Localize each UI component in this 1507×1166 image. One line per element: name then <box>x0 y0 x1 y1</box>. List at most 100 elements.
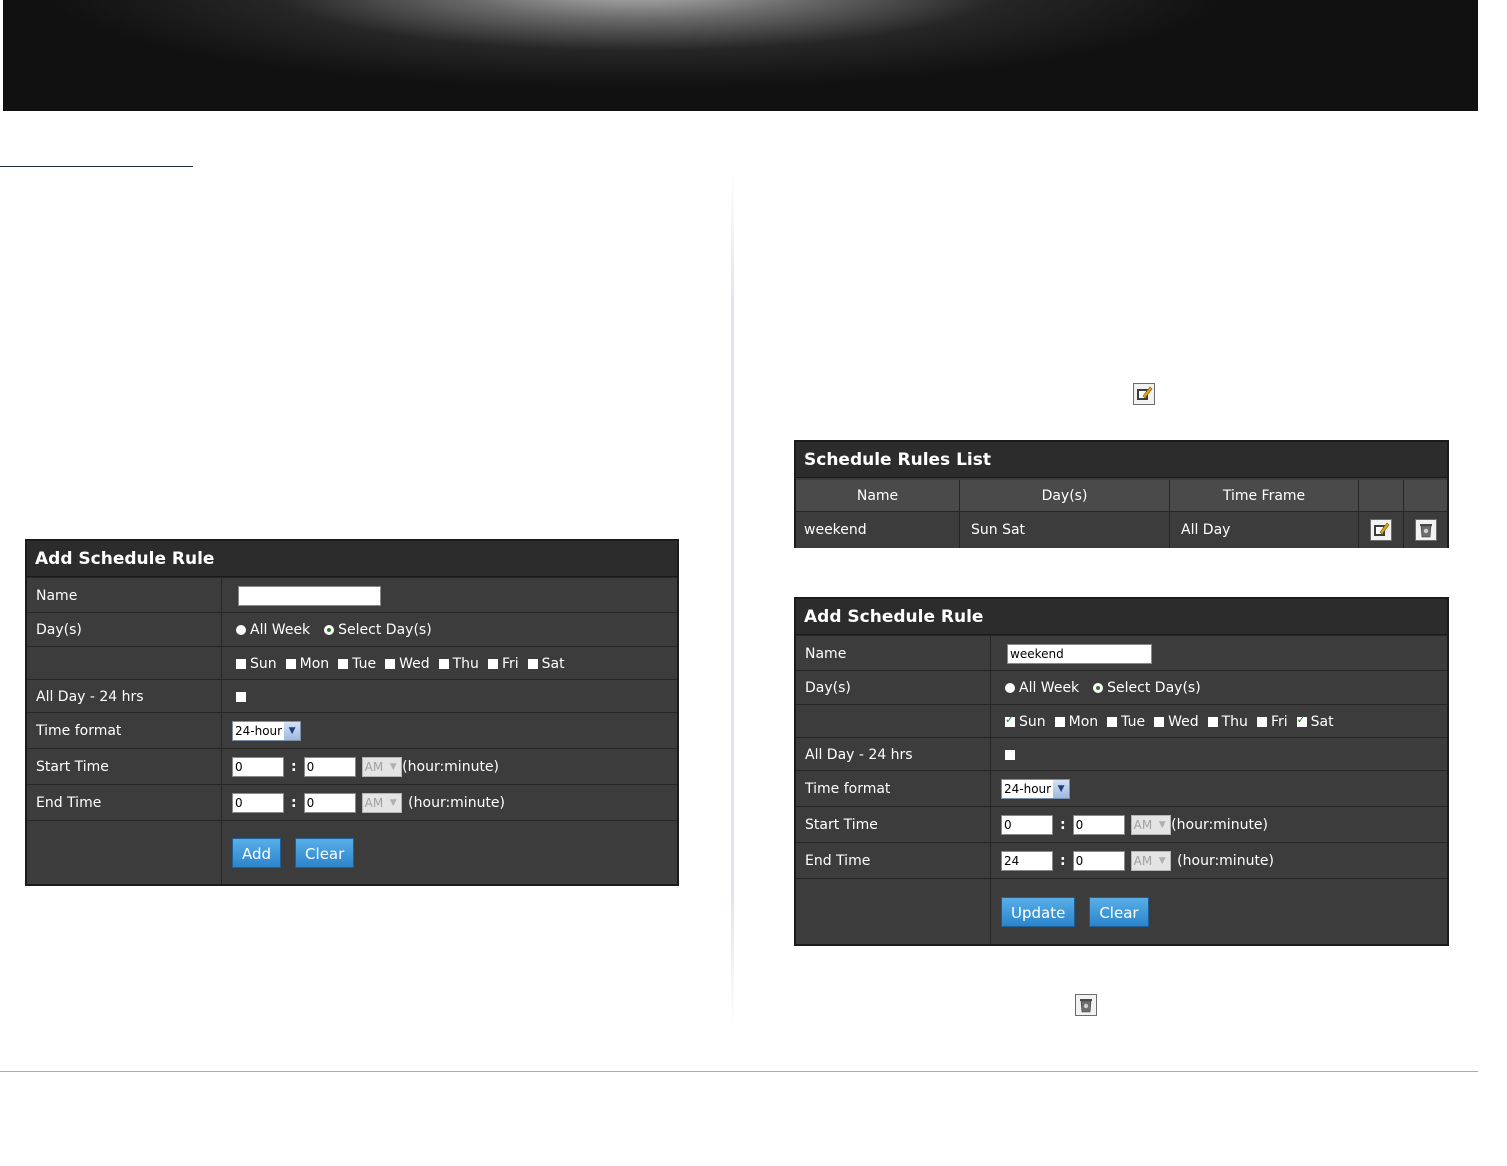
start-ampm-select[interactable]: AM ▼ <box>361 757 403 777</box>
day-label: Mon <box>1068 713 1099 730</box>
chevron-down-icon: ▼ <box>1053 780 1070 798</box>
column-header-days: Day(s) <box>960 480 1170 511</box>
all-week-label: All Week <box>1019 680 1080 696</box>
chevron-down-icon: ▼ <box>1154 852 1171 870</box>
day-option-thu[interactable]: Thu <box>1207 714 1248 730</box>
day-checkbox[interactable] <box>527 658 538 669</box>
start-minute-input[interactable]: 0 <box>303 757 356 777</box>
end-hour-input[interactable]: 24 <box>1001 851 1053 871</box>
end-time-row: End Time 0 : 0 AM ▼ (hour:minute) <box>27 784 677 821</box>
header-banner <box>3 0 1478 111</box>
day-label: Sun <box>1019 713 1046 730</box>
chevron-down-icon: ▼ <box>385 794 402 812</box>
day-option-thu[interactable]: Thu <box>438 655 479 672</box>
day-label: Sat <box>1310 713 1334 730</box>
select-days-radio[interactable] <box>324 625 335 635</box>
name-label: Name <box>796 636 991 671</box>
day-option-tue[interactable]: Tue <box>338 656 376 672</box>
trash-icon[interactable] <box>1414 519 1437 541</box>
day-label: Thu <box>452 655 479 672</box>
start-minute-input[interactable]: 0 <box>1072 815 1125 835</box>
end-minute-input[interactable]: 0 <box>303 793 356 813</box>
clear-button[interactable]: Clear <box>1089 896 1149 927</box>
day-checkbox[interactable] <box>385 658 396 669</box>
name-row: Name weekend <box>796 635 1447 671</box>
edit-icon <box>1133 383 1155 405</box>
start-hour-input[interactable]: 0 <box>232 757 284 777</box>
footer-rule <box>0 1071 1478 1072</box>
day-label: Mon <box>299 655 330 672</box>
weekday-checkboxes: Sun Mon Tue Wed Thu Fri Sat <box>236 647 677 680</box>
panel-title: Add Schedule Rule <box>27 541 677 577</box>
day-checkbox[interactable] <box>1207 716 1218 727</box>
chevron-down-icon: ▼ <box>385 758 402 776</box>
day-checkbox[interactable] <box>1107 716 1118 727</box>
name-input[interactable] <box>238 585 381 606</box>
edit-icon[interactable] <box>1370 519 1392 541</box>
end-minute-input[interactable]: 0 <box>1072 851 1125 871</box>
end-hour-input[interactable]: 0 <box>232 793 284 813</box>
start-hour-input[interactable]: 0 <box>1001 815 1053 835</box>
all-week-radio[interactable] <box>1005 683 1015 693</box>
days-row: Day(s) All Week Select Day(s) <box>796 670 1447 705</box>
day-option-fri[interactable]: Fri <box>1256 713 1288 730</box>
timeformat-row: Time format 24-hour ▼ <box>27 712 677 749</box>
day-option-sat[interactable]: Sat <box>1296 713 1334 730</box>
days-label: Day(s) <box>27 613 222 647</box>
day-checkbox[interactable] <box>1054 716 1065 727</box>
day-checkbox[interactable] <box>285 658 296 669</box>
day-checkbox[interactable] <box>438 658 449 669</box>
column-header-time-frame: Time Frame <box>1170 480 1359 511</box>
column-divider <box>731 170 734 1030</box>
allday-checkbox[interactable] <box>236 691 246 702</box>
add-button[interactable]: Add <box>232 837 282 868</box>
start-ampm-select[interactable]: AM ▼ <box>1130 815 1172 835</box>
day-checkbox[interactable] <box>1296 713 1307 727</box>
end-ampm-select[interactable]: AM ▼ <box>361 793 403 813</box>
day-label: Fri <box>501 655 519 672</box>
name-label: Name <box>27 578 222 613</box>
timeformat-label: Time format <box>796 771 991 807</box>
day-option-mon[interactable]: Mon <box>1054 713 1099 730</box>
end-time-label: End Time <box>27 785 222 821</box>
day-option-tue[interactable]: Tue <box>1107 714 1145 730</box>
all-week-radio[interactable] <box>236 625 246 635</box>
chevron-down-icon: ▼ <box>284 722 301 740</box>
select-days-radio[interactable] <box>1093 683 1104 693</box>
day-option-sat[interactable]: Sat <box>527 656 565 672</box>
update-button[interactable]: Update <box>1001 896 1076 927</box>
end-ampm-select[interactable]: AM ▼ <box>1130 851 1172 871</box>
days-label: Day(s) <box>796 671 991 705</box>
day-checkbox[interactable] <box>1005 713 1015 727</box>
day-option-fri[interactable]: Fri <box>487 655 519 672</box>
start-time-hint: (hour:minute) <box>1171 817 1269 833</box>
day-checkbox[interactable] <box>338 658 349 669</box>
weekday-row: Sun Mon Tue Wed Thu Fri Sat <box>796 704 1447 738</box>
day-checkbox[interactable] <box>1154 716 1165 727</box>
day-label: Wed <box>1168 713 1199 730</box>
day-checkbox[interactable] <box>236 658 246 669</box>
day-label: Tue <box>1121 713 1146 730</box>
day-checkbox[interactable] <box>487 658 498 669</box>
timeformat-select[interactable]: 24-hour ▼ <box>232 721 302 741</box>
column-header-name: Name <box>796 480 960 511</box>
timeformat-label: Time format <box>27 713 222 749</box>
allday-checkbox[interactable] <box>1005 749 1015 760</box>
schedule-rules-list-panel: Schedule Rules List Name Day(s) Time Fra… <box>794 440 1449 548</box>
timeformat-select[interactable]: 24-hour ▼ <box>1001 779 1071 799</box>
day-option-sun[interactable]: Sun <box>236 656 277 672</box>
rule-name-cell: weekend <box>796 512 960 548</box>
start-time-label: Start Time <box>27 749 222 785</box>
day-checkbox[interactable] <box>1256 716 1267 727</box>
weekday-row: Sun Mon Tue Wed Thu Fri Sat <box>27 646 677 680</box>
day-option-wed[interactable]: Wed <box>385 656 430 672</box>
name-input[interactable]: weekend <box>1007 643 1152 664</box>
day-option-wed[interactable]: Wed <box>1154 714 1199 730</box>
section-underline <box>0 166 193 167</box>
buttons-row: Add Clear <box>27 820 677 884</box>
day-label: Wed <box>399 655 430 672</box>
day-option-sun[interactable]: Sun <box>1005 713 1046 730</box>
day-option-mon[interactable]: Mon <box>285 655 330 672</box>
day-label: Fri <box>1270 713 1288 730</box>
clear-button[interactable]: Clear <box>295 837 355 868</box>
